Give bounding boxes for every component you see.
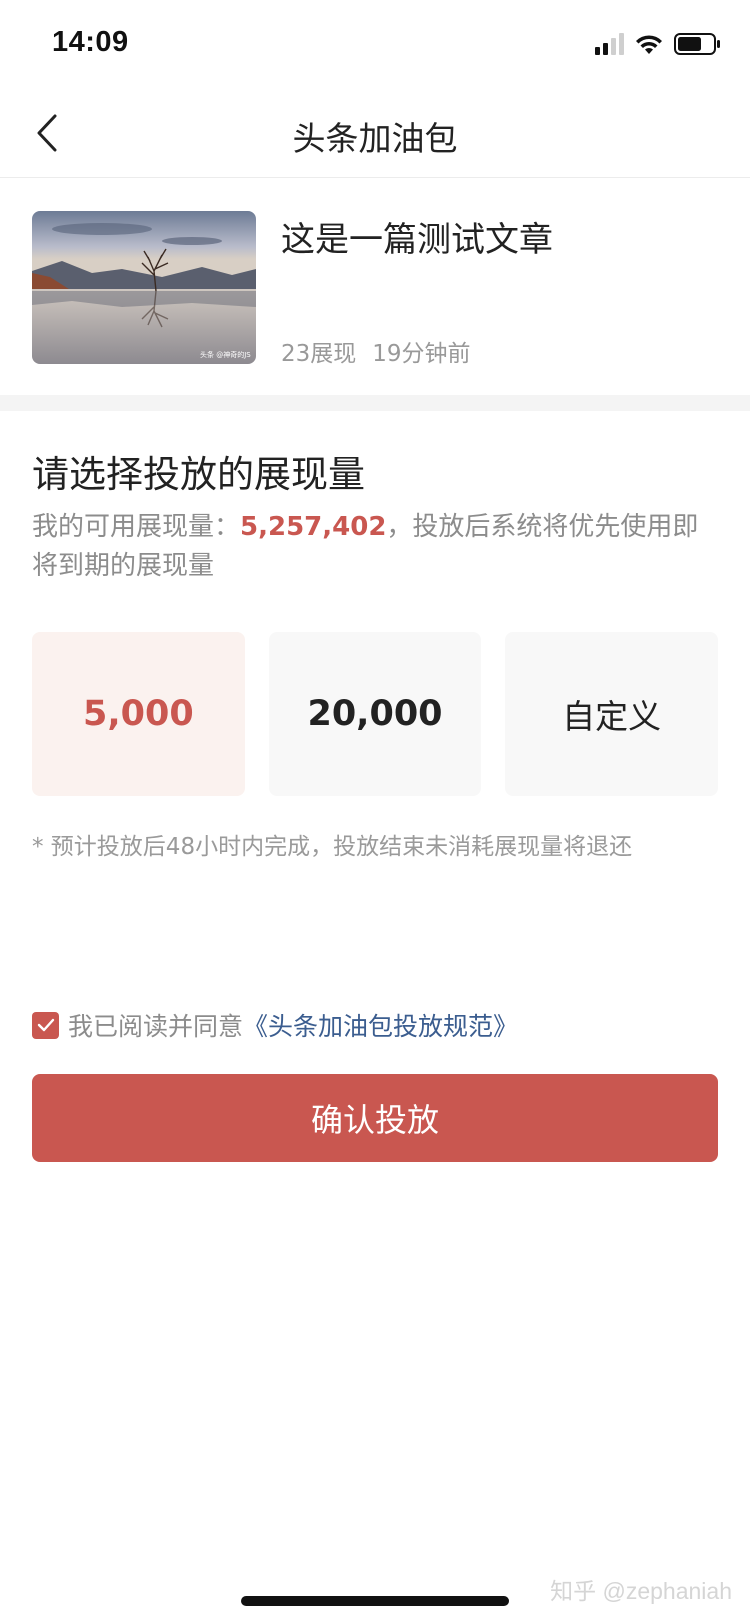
checkmark-icon (37, 1018, 54, 1032)
status-icons (595, 32, 722, 56)
agreement-link[interactable]: 《头条加油包投放规范》 (243, 1007, 518, 1043)
watermark: 知乎 @zephaniah (550, 1578, 732, 1604)
option-5000[interactable]: 5,000 (32, 632, 245, 796)
home-indicator[interactable] (241, 1596, 509, 1606)
battery-icon (674, 33, 720, 55)
option-custom[interactable]: 自定义 (505, 632, 719, 796)
article-meta: 23展现 19分钟前 (281, 334, 471, 368)
available-impressions: 5,257,402 (240, 512, 387, 542)
article-title: 这是一篇测试文章 (281, 220, 553, 260)
thumb-caption: 头条 @神奇的JS (200, 350, 251, 359)
status-time: 14:09 (52, 26, 129, 58)
nav-bar: 头条加油包 (0, 90, 750, 178)
delivery-note: * 预计投放后48小时内完成，投放结束未消耗展现量将退还 (32, 834, 633, 860)
section-description: 我的可用展现量：5,257,402，投放后系统将优先使用即将到期的展现量 (32, 508, 722, 586)
option-20000[interactable]: 20,000 (268, 632, 482, 796)
agreement-text: 我已阅读并同意 (68, 1012, 244, 1041)
article-card[interactable]: 头条 @神奇的JS 这是一篇测试文章 23展现 19分钟前 (0, 179, 750, 395)
agreement-checkbox[interactable] (32, 1011, 59, 1039)
wifi-icon (636, 35, 662, 54)
signal-icon (595, 33, 624, 55)
confirm-button[interactable]: 确认投放 (32, 1074, 718, 1162)
article-time: 19分钟前 (372, 341, 471, 367)
article-views: 23展现 (281, 341, 357, 367)
section-divider (0, 395, 750, 411)
desc-prefix: 我的可用展现量： (32, 512, 241, 542)
article-thumbnail: 头条 @神奇的JS (32, 211, 256, 364)
section-title: 请选择投放的展现量 (32, 453, 365, 496)
status-bar: 14:09 (0, 0, 750, 90)
page-title: 头条加油包 (292, 119, 458, 158)
impression-options: 5,000 20,000 自定义 (32, 632, 719, 796)
agreement-row: 我已阅读并同意 《头条加油包投放规范》 (32, 1007, 518, 1043)
